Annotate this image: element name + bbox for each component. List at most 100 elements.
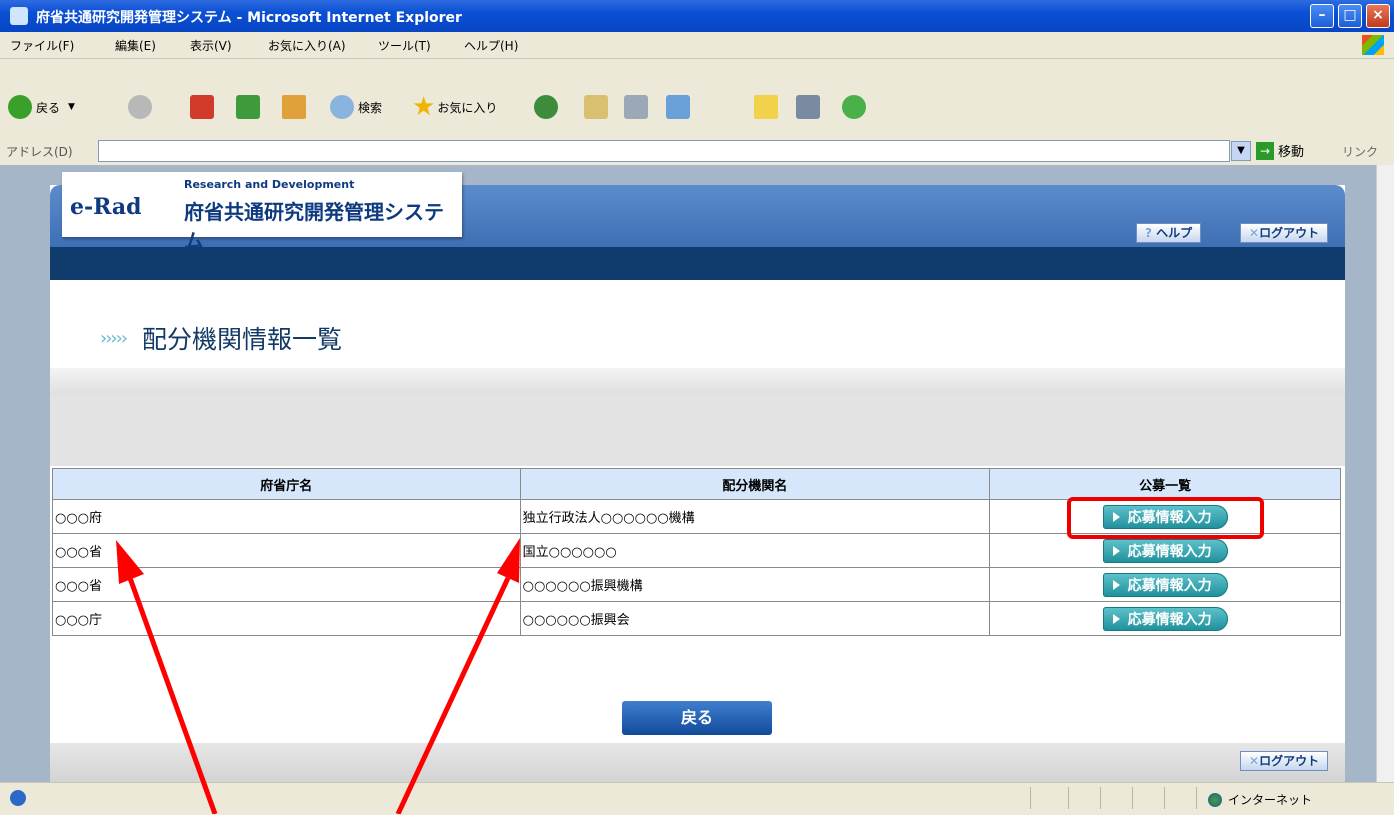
section-bar (50, 368, 1345, 394)
back-arrow-icon (8, 95, 32, 119)
research-button[interactable] (796, 92, 820, 122)
search-toolbar-button[interactable]: 検索 (330, 92, 382, 122)
back-toolbar-button[interactable]: 戻る ▼ (8, 92, 75, 122)
column-header-agency: 配分機関名 (519, 468, 991, 500)
apply-info-label: 応募情報入力 (1127, 543, 1212, 560)
forward-arrow-icon (128, 95, 152, 119)
home-button[interactable] (282, 92, 306, 122)
window-title-bar: 府省共通研究開発管理システム - Microsoft Internet Expl… (0, 0, 1394, 32)
table-header-row: 府省庁名 配分機関名 公募一覧 (52, 468, 1341, 500)
table-row: ○○○庁 ○○○○○○振興会 応募情報入力 (52, 601, 1341, 636)
apply-info-button[interactable]: 応募情報入力 (1102, 606, 1228, 631)
logout-icon: ✕ (1249, 226, 1260, 240)
agency-cell: 独立行政法人○○○○○○機構 (519, 499, 991, 534)
menu-file[interactable]: ファイル(F) (10, 37, 74, 54)
note-button[interactable] (754, 92, 778, 122)
messenger-button[interactable] (842, 92, 866, 122)
column-header-ministry: 府省庁名 (52, 468, 521, 500)
print-icon (624, 95, 648, 119)
stop-button[interactable] (190, 92, 214, 122)
edit-button[interactable] (666, 92, 690, 122)
favorites-toolbar-button[interactable]: ★ お気に入り (412, 92, 497, 122)
apply-info-label: 応募情報入力 (1127, 577, 1212, 594)
home-icon (282, 95, 306, 119)
go-label: 移動 (1278, 145, 1305, 160)
stop-icon (190, 95, 214, 119)
ministry-cell: ○○○省 (52, 533, 521, 568)
refresh-button[interactable] (236, 92, 260, 122)
agency-cell: ○○○○○○振興機構 (519, 567, 991, 602)
page-title-text: 配分機関情報一覧 (142, 325, 343, 354)
table-row: ○○○省 ○○○○○○振興機構 応募情報入力 (52, 567, 1341, 602)
browser-viewport: e-Rad Research and Development 府省共通研究開発管… (0, 165, 1394, 782)
logout-button[interactable]: ✕ログアウト (1240, 223, 1329, 243)
apply-info-button[interactable]: 応募情報入力 (1102, 572, 1228, 597)
address-label: アドレス(D) (6, 145, 73, 159)
back-button[interactable]: 戻る (622, 701, 772, 735)
brand-name: e-Rad (70, 194, 142, 220)
chevron-down-icon: ▼ (68, 102, 75, 112)
vertical-scrollbar[interactable] (1376, 165, 1394, 782)
agency-table: 府省庁名 配分機関名 公募一覧 ○○○府 独立行政法人○○○○○○機構 応募情報… (52, 468, 1341, 636)
status-separator (1196, 787, 1197, 809)
print-button[interactable] (624, 92, 648, 122)
app-header: e-Rad Research and Development 府省共通研究開発管… (50, 172, 1345, 253)
minimize-button[interactable]: – (1310, 4, 1334, 28)
search-label: 検索 (358, 100, 383, 115)
edit-icon (666, 95, 690, 119)
system-name: 府省共通研究開発管理システム (184, 200, 444, 253)
mail-button[interactable] (584, 92, 608, 122)
chevrons-icon: ››››› (100, 327, 128, 349)
footer-bar: ✕ログアウト (50, 743, 1345, 782)
help-button[interactable]: ? ヘルプ (1136, 223, 1202, 243)
messenger-icon (842, 95, 866, 119)
menu-view[interactable]: 表示(V) (190, 37, 232, 54)
play-arrow-icon (1112, 579, 1120, 590)
ministry-cell: ○○○府 (52, 499, 521, 534)
ie-page-icon (10, 7, 28, 25)
section-panel (50, 394, 1345, 466)
menu-tools[interactable]: ツール(T) (378, 37, 431, 54)
action-cell: 応募情報入力 (989, 567, 1341, 602)
brand-tagline: Research and Development (184, 178, 355, 191)
footer-logout-label: ログアウト (1259, 754, 1320, 768)
menu-edit[interactable]: 編集(E) (115, 37, 156, 54)
play-arrow-icon (1112, 613, 1120, 624)
globe-icon (1208, 792, 1222, 807)
apply-info-button[interactable]: 応募情報入力 (1102, 538, 1228, 563)
address-bar: アドレス(D) ▼ → 移動 リンク (0, 137, 1394, 165)
note-icon (754, 95, 778, 119)
close-button[interactable]: × (1366, 4, 1390, 28)
header-band (50, 247, 1345, 280)
history-button[interactable] (534, 92, 558, 122)
agency-cell: 国立○○○○○○ (519, 533, 991, 568)
links-label[interactable]: リンク (1342, 143, 1378, 160)
logout-icon: ✕ (1249, 754, 1260, 768)
erad-logo[interactable]: e-Rad Research and Development 府省共通研究開発管… (62, 172, 462, 253)
menu-favorites[interactable]: お気に入り(A) (268, 37, 346, 54)
status-bar: インターネット (0, 782, 1394, 815)
browser-toolbar: 戻る ▼ 検索 ★ お気に入り (0, 59, 1394, 138)
status-separator (1030, 787, 1031, 809)
mail-icon (584, 95, 608, 119)
logout-label: ログアウト (1259, 226, 1320, 240)
address-dropdown-icon[interactable]: ▼ (1231, 141, 1251, 161)
annotation-highlight-box (1067, 497, 1264, 539)
back-label: 戻る (36, 100, 61, 115)
address-input[interactable] (98, 140, 1230, 162)
status-separator (1132, 787, 1133, 809)
security-zone: インターネット (1208, 791, 1312, 808)
ministry-cell: ○○○庁 (52, 601, 521, 636)
page-status-icon (10, 790, 26, 806)
apply-info-label: 応募情報入力 (1127, 611, 1212, 628)
maximize-button[interactable]: □ (1338, 4, 1362, 28)
page-container: e-Rad Research and Development 府省共通研究開発管… (50, 172, 1345, 782)
forward-toolbar-button[interactable] (128, 92, 152, 122)
go-button[interactable]: → 移動 (1256, 141, 1304, 160)
footer-logout-button[interactable]: ✕ログアウト (1240, 751, 1329, 771)
menu-help[interactable]: ヘルプ(H) (464, 37, 518, 54)
search-icon (330, 95, 354, 119)
window-title: 府省共通研究開発管理システム - Microsoft Internet Expl… (36, 10, 462, 26)
ministry-cell: ○○○省 (52, 567, 521, 602)
agency-cell: ○○○○○○振興会 (519, 601, 991, 636)
